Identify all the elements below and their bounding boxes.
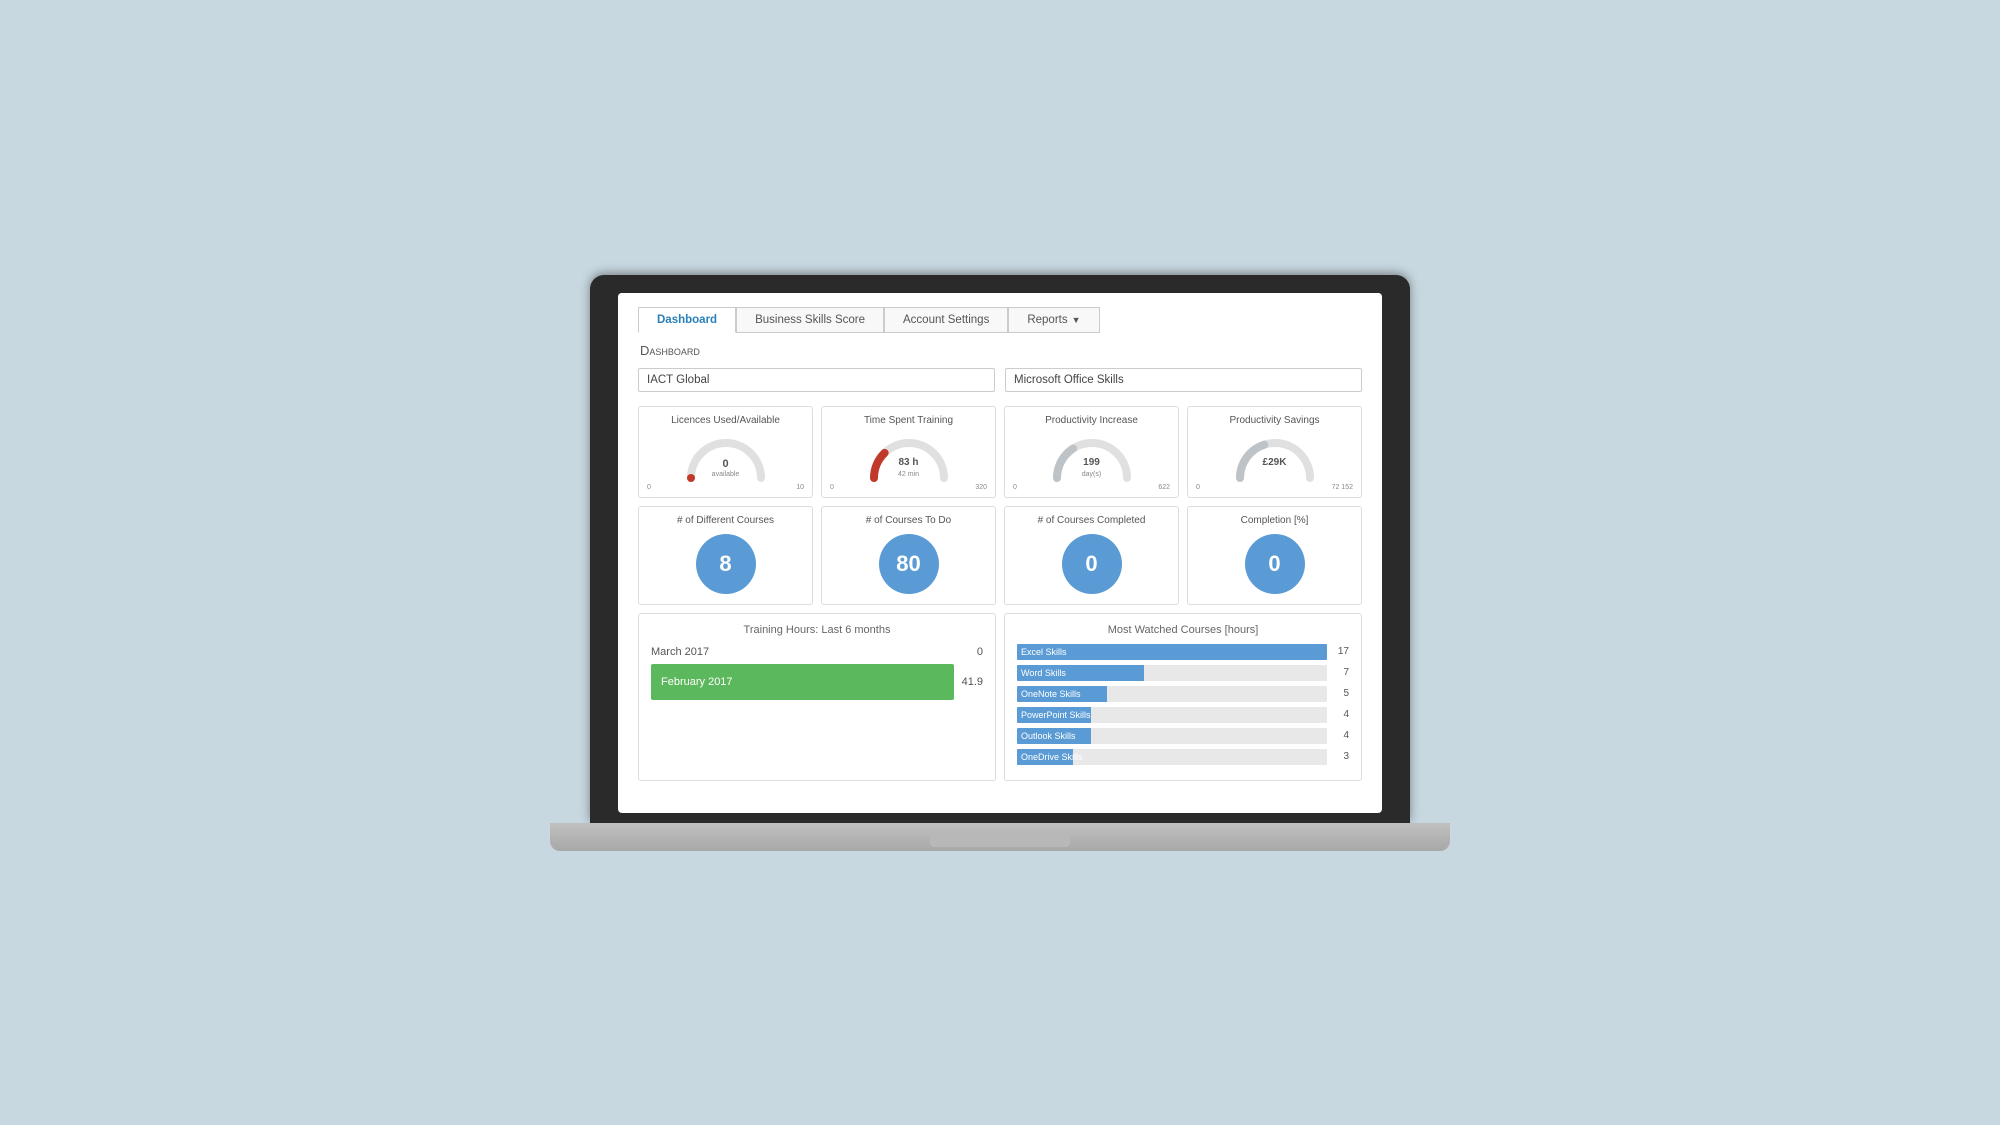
licences-title: Licences Used/Available: [645, 415, 806, 426]
time-title: Time Spent Training: [828, 415, 989, 426]
courses-todo-title: # of Courses To Do: [828, 515, 989, 526]
gauge-cards-grid: Licences Used/Available 0 available: [638, 406, 1362, 498]
courses-completed-value: 0: [1062, 534, 1122, 594]
time-sublabel: 42 min: [898, 471, 919, 478]
course-bar-bg: OneDrive Skills: [1017, 749, 1327, 765]
list-item: PowerPoint Skills 4: [1017, 707, 1349, 723]
app-content: Dashboard Business Skills Score Account …: [618, 293, 1382, 801]
list-item: OneNote Skills 5: [1017, 686, 1349, 702]
prod-increase-sublabel: day(s): [1082, 471, 1101, 478]
list-item: OneDrive Skills 3: [1017, 749, 1349, 765]
most-watched-title: Most Watched Courses [hours]: [1017, 624, 1349, 636]
different-courses-title: # of Different Courses: [645, 515, 806, 526]
list-item: Outlook Skills 4: [1017, 728, 1349, 744]
course-bar-fill: Outlook Skills: [1017, 728, 1091, 744]
laptop: Dashboard Business Skills Score Account …: [590, 275, 1410, 851]
keyboard-base: [550, 823, 1450, 851]
org-select[interactable]: IACT Global: [638, 368, 995, 392]
licences-value: 0: [722, 458, 728, 470]
bottom-grid: Training Hours: Last 6 months March 2017…: [638, 613, 1362, 781]
course-value: 5: [1333, 688, 1349, 699]
course-value: 17: [1333, 646, 1349, 657]
course-bar-bg: OneNote Skills: [1017, 686, 1327, 702]
time-minmax: 0320: [828, 484, 989, 491]
course-bar-fill: Word Skills: [1017, 665, 1144, 681]
list-item: Excel Skills 17: [1017, 644, 1349, 660]
courses-completed-card: # of Courses Completed 0: [1004, 506, 1179, 605]
course-bar-bg: Excel Skills: [1017, 644, 1327, 660]
skills-select[interactable]: Microsoft Office Skills: [1005, 368, 1362, 392]
completion-pct-card: Completion [%] 0: [1187, 506, 1362, 605]
course-bar-label: OneDrive Skills: [1021, 752, 1083, 762]
course-bar-bg: PowerPoint Skills: [1017, 707, 1327, 723]
tab-account-settings[interactable]: Account Settings: [884, 307, 1008, 333]
prod-savings-title: Productivity Savings: [1194, 415, 1355, 426]
march-label: March 2017: [651, 646, 731, 658]
prod-increase-title: Productivity Increase: [1011, 415, 1172, 426]
training-hours-card: Training Hours: Last 6 months March 2017…: [638, 613, 996, 781]
prod-increase-card: Productivity Increase 199 day(s) 0622: [1004, 406, 1179, 498]
nav-tabs: Dashboard Business Skills Score Account …: [638, 307, 1362, 333]
course-value: 7: [1333, 667, 1349, 678]
course-bar-label: PowerPoint Skills: [1021, 710, 1091, 720]
training-bar-row-feb: February 2017 41.9: [651, 664, 983, 700]
course-bar-bg: Outlook Skills: [1017, 728, 1327, 744]
prod-savings-minmax: 072 152: [1194, 484, 1355, 491]
screen-bezel: Dashboard Business Skills Score Account …: [590, 275, 1410, 823]
different-courses-value: 8: [696, 534, 756, 594]
completion-pct-title: Completion [%]: [1194, 515, 1355, 526]
course-bar-fill: PowerPoint Skills: [1017, 707, 1091, 723]
courses-todo-value: 80: [879, 534, 939, 594]
dropdown-arrow-icon: ▼: [1072, 315, 1081, 325]
licences-card: Licences Used/Available 0 available: [638, 406, 813, 498]
most-watched-card: Most Watched Courses [hours] Excel Skill…: [1004, 613, 1362, 781]
feb-value: 41.9: [962, 676, 983, 688]
course-value: 3: [1333, 751, 1349, 762]
prod-savings-value: £29K: [1263, 457, 1287, 468]
course-bar-bg: Word Skills: [1017, 665, 1327, 681]
course-value: 4: [1333, 709, 1349, 720]
courses-todo-card: # of Courses To Do 80: [821, 506, 996, 605]
prod-increase-minmax: 0622: [1011, 484, 1172, 491]
feb-bar: February 2017: [651, 664, 954, 700]
different-courses-card: # of Different Courses 8: [638, 506, 813, 605]
time-gauge: 83 h 42 min: [864, 432, 954, 482]
course-bar-label: Outlook Skills: [1021, 731, 1076, 741]
licences-sublabel: available: [712, 471, 740, 478]
course-bar-fill: OneNote Skills: [1017, 686, 1107, 702]
licences-minmax: 010: [645, 484, 806, 491]
course-bar-fill: OneDrive Skills: [1017, 749, 1073, 765]
prod-increase-value: 199: [1083, 457, 1100, 468]
course-bar-fill: Excel Skills: [1017, 644, 1327, 660]
course-bar-label: OneNote Skills: [1021, 689, 1081, 699]
selects-row: IACT Global Microsoft Office Skills: [638, 368, 1362, 392]
tab-dashboard[interactable]: Dashboard: [638, 307, 736, 333]
training-row-march: March 2017 0: [651, 646, 983, 658]
licences-gauge: 0 available: [681, 432, 771, 482]
tab-business-skills[interactable]: Business Skills Score: [736, 307, 884, 333]
training-hours-title: Training Hours: Last 6 months: [651, 624, 983, 636]
courses-completed-title: # of Courses Completed: [1011, 515, 1172, 526]
course-value: 4: [1333, 730, 1349, 741]
march-value: 0: [977, 646, 983, 658]
screen: Dashboard Business Skills Score Account …: [618, 293, 1382, 813]
trackpad: [930, 831, 1070, 847]
prod-savings-card: Productivity Savings £29K 072 152: [1187, 406, 1362, 498]
prod-increase-gauge: 199 day(s): [1047, 432, 1137, 482]
page-title: Dashboard: [638, 343, 1362, 358]
time-value: 83 h: [898, 457, 918, 468]
list-item: Word Skills 7: [1017, 665, 1349, 681]
completion-pct-value: 0: [1245, 534, 1305, 594]
course-bar-label: Excel Skills: [1021, 647, 1067, 657]
tab-reports[interactable]: Reports ▼: [1008, 307, 1099, 333]
count-cards-grid: # of Different Courses 8 # of Courses To…: [638, 506, 1362, 605]
time-card: Time Spent Training 83 h 42 min 0320: [821, 406, 996, 498]
course-list: Excel Skills 17 Word Skills 7 OneNote Skills…: [1017, 644, 1349, 765]
prod-savings-gauge: £29K: [1230, 432, 1320, 482]
course-bar-label: Word Skills: [1021, 668, 1066, 678]
